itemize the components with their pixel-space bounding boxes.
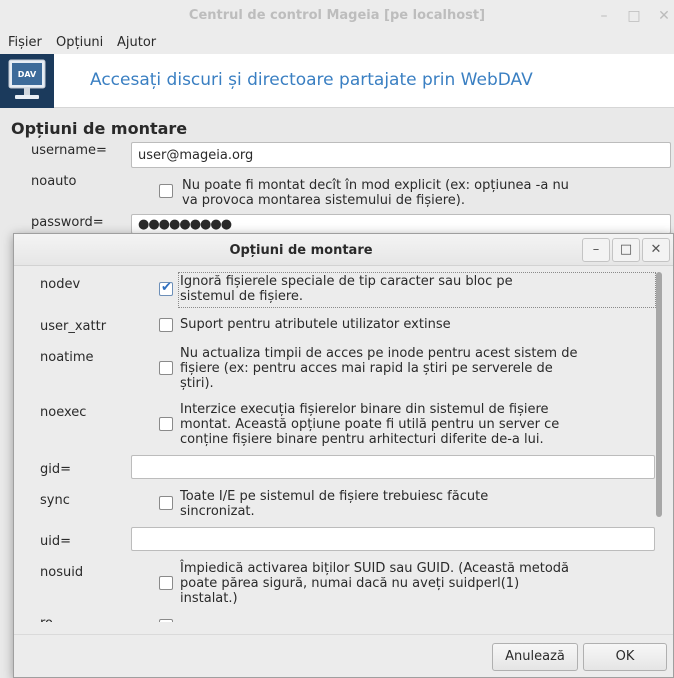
- noauto-label: noauto: [31, 174, 77, 189]
- minimize-icon: –: [592, 242, 600, 257]
- noatime-checkbox[interactable]: [159, 361, 173, 375]
- nosuid-checkbox[interactable]: [159, 576, 173, 590]
- uid-input[interactable]: [131, 527, 655, 551]
- dialog-footer: Anulează OK: [14, 634, 673, 678]
- noexec-checkbox[interactable]: [159, 417, 173, 431]
- gid-label: gid=: [40, 462, 72, 477]
- noatime-label: noatime: [40, 350, 94, 365]
- sync-checkbox[interactable]: [159, 496, 173, 510]
- ro-label: ro: [40, 616, 53, 622]
- dialog-maximize-button[interactable]: □: [612, 238, 640, 262]
- sync-description: Toate I/E pe sistemul de fișiere trebuie…: [180, 489, 489, 519]
- menubar: Fișier Opțiuni Ajutor: [0, 32, 674, 54]
- sync-label: sync: [40, 493, 70, 508]
- username-input[interactable]: user@mageia.org: [131, 142, 671, 168]
- noauto-description: Nu poate fi montat decît în mod explicit…: [182, 178, 569, 208]
- close-icon[interactable]: ✕: [656, 8, 672, 24]
- nosuid-description: Împiedică activarea biților SUID sau GUI…: [180, 561, 570, 606]
- nodev-label: nodev: [40, 277, 81, 292]
- gid-input[interactable]: [131, 455, 655, 479]
- dialog-minimize-button[interactable]: –: [582, 238, 610, 262]
- user-xattr-description: Suport pentru atributele utilizator exti…: [180, 317, 451, 332]
- noexec-label: noexec: [40, 405, 87, 420]
- ro-checkbox[interactable]: [159, 619, 173, 622]
- close-icon: ✕: [650, 242, 662, 257]
- uid-label: uid=: [40, 534, 71, 549]
- main-window-titlebar: Centrul de control Mageia [pe localhost]…: [0, 0, 674, 32]
- cancel-button[interactable]: Anulează: [492, 643, 578, 671]
- username-label: username=: [31, 143, 107, 158]
- options-scroll-area[interactable]: nodev ✔ Ignoră fișierele speciale de tip…: [14, 267, 661, 622]
- webdav-icon: DAV: [0, 54, 54, 108]
- checkmark-icon: ✔: [161, 280, 172, 295]
- noexec-description: Interzice execuția fișierelor binare din…: [180, 402, 560, 447]
- banner: DAV Accesați discuri și directoare parta…: [0, 54, 674, 108]
- dialog-title: Opțiuni de montare: [229, 243, 373, 258]
- menu-options[interactable]: Opțiuni: [56, 35, 103, 50]
- section-title: Opțiuni de montare: [11, 119, 188, 138]
- mount-options-dialog: Opțiuni de montare – □ ✕ nodev ✔ Ignoră …: [13, 233, 674, 678]
- menu-file[interactable]: Fișier: [8, 35, 42, 50]
- banner-title: Accesați discuri și directoare partajate…: [90, 70, 533, 90]
- ok-button[interactable]: OK: [583, 643, 667, 671]
- password-label: password=: [31, 215, 104, 230]
- dialog-close-button[interactable]: ✕: [642, 238, 670, 262]
- maximize-icon[interactable]: □: [626, 8, 642, 24]
- minimize-icon[interactable]: –: [596, 8, 612, 24]
- dialog-titlebar: Opțiuni de montare – □ ✕: [14, 234, 673, 266]
- user-xattr-label: user_xattr: [40, 319, 107, 334]
- noauto-checkbox[interactable]: [159, 184, 173, 198]
- nodev-checkbox[interactable]: ✔: [159, 280, 173, 296]
- main-window-title: Centrul de control Mageia [pe localhost]: [188, 8, 486, 23]
- dialog-scrollbar[interactable]: [656, 272, 662, 517]
- user-xattr-checkbox[interactable]: [159, 318, 173, 332]
- maximize-icon: □: [619, 242, 633, 257]
- noatime-description: Nu actualiza timpii de acces pe inode pe…: [180, 346, 578, 391]
- nosuid-label: nosuid: [40, 565, 84, 580]
- nodev-description: Ignoră fișierele speciale de tip caracte…: [180, 274, 513, 304]
- svg-text:DAV: DAV: [18, 70, 37, 79]
- password-input[interactable]: ●●●●●●●●●: [131, 214, 671, 234]
- menu-help[interactable]: Ajutor: [117, 35, 156, 50]
